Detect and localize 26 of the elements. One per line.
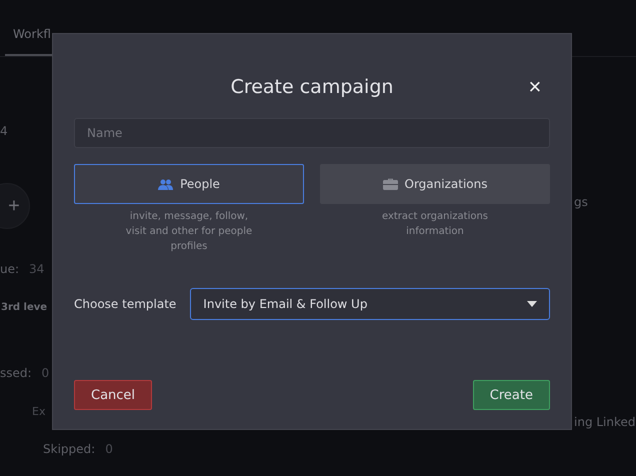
stat-label: ue: <box>0 262 20 276</box>
briefcase-icon <box>382 178 398 190</box>
cancel-button[interactable]: Cancel <box>74 380 152 410</box>
dialog-title: Create campaign <box>230 76 394 98</box>
stat-label: Skipped: <box>43 442 96 456</box>
stat-value: 0 <box>42 366 50 380</box>
section-heading: 3rd leve <box>0 302 48 312</box>
text-fragment: ing LinkedI <box>574 415 636 429</box>
option-description: extract organizations information <box>380 210 490 239</box>
option-description: invite, message, follow, visit and other for people profiles <box>124 210 254 254</box>
text-fragment: Ex <box>32 404 46 418</box>
template-select[interactable]: Invite by Email & Follow Up <box>190 288 550 320</box>
close-button[interactable]: × <box>520 76 550 98</box>
template-label: Choose template <box>74 297 176 311</box>
stat-value: 34 <box>29 262 44 276</box>
campaign-type-button[interactable]: Organizations <box>320 164 550 204</box>
campaign-type-button[interactable]: People <box>74 164 304 204</box>
name-field[interactable]: Name <box>74 118 550 148</box>
text-fragment: 4 <box>0 124 8 138</box>
stat-value: 0 <box>105 442 113 456</box>
text-fragment: gs <box>574 195 588 209</box>
people-icon <box>158 178 174 190</box>
caret-icon <box>527 301 537 307</box>
stat-label: ssed: <box>0 366 32 380</box>
create-button[interactable]: Create <box>472 380 550 410</box>
add-button[interactable]: + <box>0 183 30 229</box>
